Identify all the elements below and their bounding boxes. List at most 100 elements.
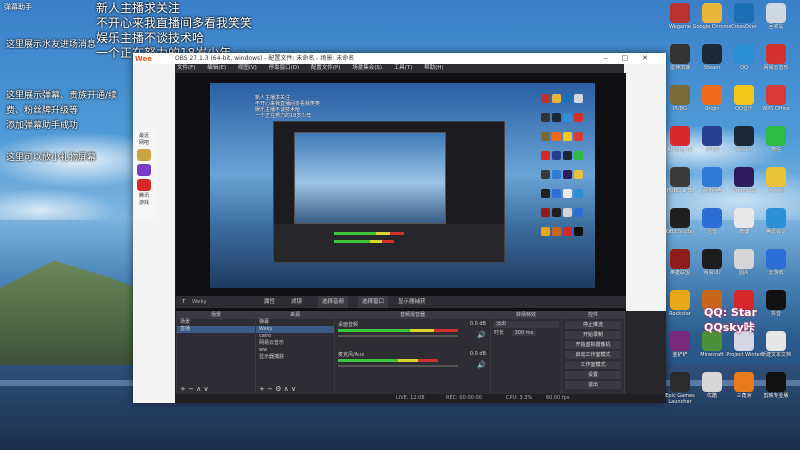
app-icon — [734, 249, 754, 269]
desktop-icon[interactable]: 微信 — [756, 126, 796, 153]
source-type-icon: T — [182, 299, 186, 305]
source-item[interactable]: 弹幕 — [256, 319, 334, 326]
filters-button[interactable]: 滤镜 — [291, 296, 302, 308]
desktop-icon-label: 抖音 — [770, 311, 781, 317]
lol-label-1: 最近 — [138, 133, 149, 139]
obs-titlebar[interactable]: Wee OBS 27.1.3 (64-bit, windows) - 配置文件:… — [133, 53, 666, 64]
game-icon[interactable] — [137, 164, 151, 176]
window-controls[interactable]: –□✕ — [604, 53, 662, 64]
audio-mixer-panel: 音频混音器 桌面音频 0.0 dB 🔊 麦克风/Aux 0.0 dB 🔊 — [334, 311, 491, 396]
app-icon — [734, 126, 754, 146]
source-item[interactable]: cairo — [256, 333, 334, 340]
maximize-icon[interactable]: □ — [622, 54, 643, 62]
app-icon — [702, 44, 722, 64]
properties-button[interactable]: 属性 — [264, 296, 275, 308]
scenes-header: 场景 — [177, 312, 255, 319]
desktop-icon-label: 网易云音乐 — [763, 65, 789, 71]
qq-overlay: QQ: Star QQsky咔 — [704, 306, 757, 335]
obs-window[interactable]: Wee OBS 27.1.3 (64-bit, windows) - 配置文件:… — [133, 53, 666, 403]
source-item-selected[interactable]: Weky — [256, 326, 334, 333]
app-icon — [670, 290, 690, 310]
menu-profile[interactable]: 配置文件(P) — [311, 65, 341, 71]
mixer-track-level: 0.0 dB — [469, 321, 486, 327]
source-item[interactable]: 显示器捕获 — [256, 354, 334, 361]
capture-source-name: 显示器捕获 — [398, 299, 426, 305]
app-icon — [702, 85, 722, 105]
menu-tools[interactable]: 工具(T) — [394, 65, 413, 71]
cf-icon[interactable] — [137, 179, 151, 191]
desktop-icon[interactable]: 网易云音乐 — [756, 44, 796, 71]
source-item[interactable]: ww — [256, 347, 334, 354]
scene-item-selected[interactable]: 直播 — [177, 326, 255, 333]
duration-input[interactable]: 300 ms — [511, 330, 537, 336]
desktop-icon-label: 回收站 — [768, 24, 784, 30]
desktop-icon-label: 剪映专业版 — [763, 393, 789, 399]
stop-streaming-button[interactable]: 停止推流 — [565, 321, 621, 329]
nested-obs-window — [273, 121, 505, 263]
studio-mode-button[interactable]: 启动工作室模式 — [565, 351, 621, 359]
exit-button[interactable]: 退出 — [565, 381, 621, 389]
app-icon — [702, 249, 722, 269]
app-icon — [670, 126, 690, 146]
qq-overlay-line2: QQsky咔 — [704, 321, 755, 334]
start-recording-button[interactable]: 开始录制 — [565, 331, 621, 339]
app-icon — [766, 372, 786, 392]
desktop-icon[interactable]: 腾讯会议 — [756, 208, 796, 235]
source-controls[interactable]: + − ⚙ ∧ ∨ — [259, 385, 296, 393]
obs-logo: Wee — [135, 55, 152, 63]
desktop-icon-label: 微信 — [770, 147, 781, 153]
desktop-icon[interactable]: 抖音 — [756, 290, 796, 317]
scene-item[interactable]: 场景 — [177, 319, 255, 326]
settings-button[interactable]: 设置 — [565, 371, 621, 379]
transitions-header: 转场特效 — [491, 312, 561, 319]
select-window-button[interactable]: 选择窗口 — [358, 296, 389, 308]
desktop-icon[interactable]: 鲁大师 — [756, 167, 796, 194]
overlay-line-1: 新人主播求关注 — [96, 1, 181, 15]
desktop-icon-label: 新建文本文档 — [760, 352, 791, 358]
app-icon — [670, 167, 690, 187]
menu-edit[interactable]: 编辑(E) — [207, 65, 226, 71]
app-icon — [702, 126, 722, 146]
desktop-icon[interactable]: WPS Office — [756, 85, 796, 112]
app-icon — [766, 3, 786, 23]
desktop-icon-label: 腾讯会议 — [765, 229, 786, 235]
nested-desktop-capture: 新人主播求关注 不开心来我直播间多看我笑笑 娱乐主播不谈技术哈 一个正在努力的1… — [210, 83, 595, 288]
speaker-icon[interactable]: 🔊 — [477, 361, 486, 369]
mixer-track-level: 0.0 dB — [469, 351, 486, 357]
menu-view[interactable]: 视图(V) — [238, 65, 257, 71]
nested-obs-preview — [294, 132, 446, 224]
volume-slider[interactable] — [338, 365, 458, 367]
app-icon — [702, 3, 722, 23]
scenes-panel: 场景 场景 直播 + − ∧ ∨ — [176, 311, 256, 396]
app-icon — [766, 249, 786, 269]
app-icon — [766, 126, 786, 146]
select-audio-button[interactable]: 选择音频 — [318, 296, 349, 308]
scene-controls[interactable]: + − ∧ ∨ — [180, 385, 209, 393]
app-icon — [702, 372, 722, 392]
lol-icon[interactable] — [137, 149, 151, 161]
minimize-icon[interactable]: – — [604, 54, 622, 62]
menu-file[interactable]: 文件(F) — [177, 65, 195, 71]
app-icon — [670, 249, 690, 269]
menu-help[interactable]: 帮助(H) — [424, 65, 443, 71]
transition-select[interactable]: 淡出 — [493, 321, 559, 328]
volume-slider[interactable] — [338, 335, 458, 337]
speaker-icon[interactable]: 🔊 — [477, 331, 486, 339]
desktop-icon[interactable]: 云游戏 — [756, 249, 796, 276]
desktop-icon[interactable]: 新建文本文档 — [756, 331, 796, 358]
studio-mode-toggle[interactable]: 工作室模式 — [565, 361, 621, 369]
menu-docks[interactable]: 停靠窗口(D) — [269, 65, 300, 71]
desktop-icon-label: 云游戏 — [768, 270, 784, 276]
desktop-icon[interactable]: 回收站 — [756, 3, 796, 30]
lol-label-2: 网吧 — [138, 140, 149, 146]
source-item[interactable]: 网易云音乐 — [256, 340, 334, 347]
cpu-status: CPU: 3.3% — [506, 395, 533, 401]
menu-scene-collection[interactable]: 场景集合(S) — [352, 65, 382, 71]
app-icon — [702, 167, 722, 187]
source-toolbar-name: Weky — [192, 299, 207, 305]
app-icon — [734, 167, 754, 187]
desktop-icon[interactable]: 剪映专业版 — [756, 372, 796, 399]
start-virtual-camera-button[interactable]: 开始虚拟摄像机 — [565, 341, 621, 349]
app-icon — [670, 331, 690, 351]
obs-preview[interactable]: 新人主播求关注 不开心来我直播间多看我笑笑 娱乐主播不谈技术哈 一个正在努力的1… — [176, 73, 626, 311]
